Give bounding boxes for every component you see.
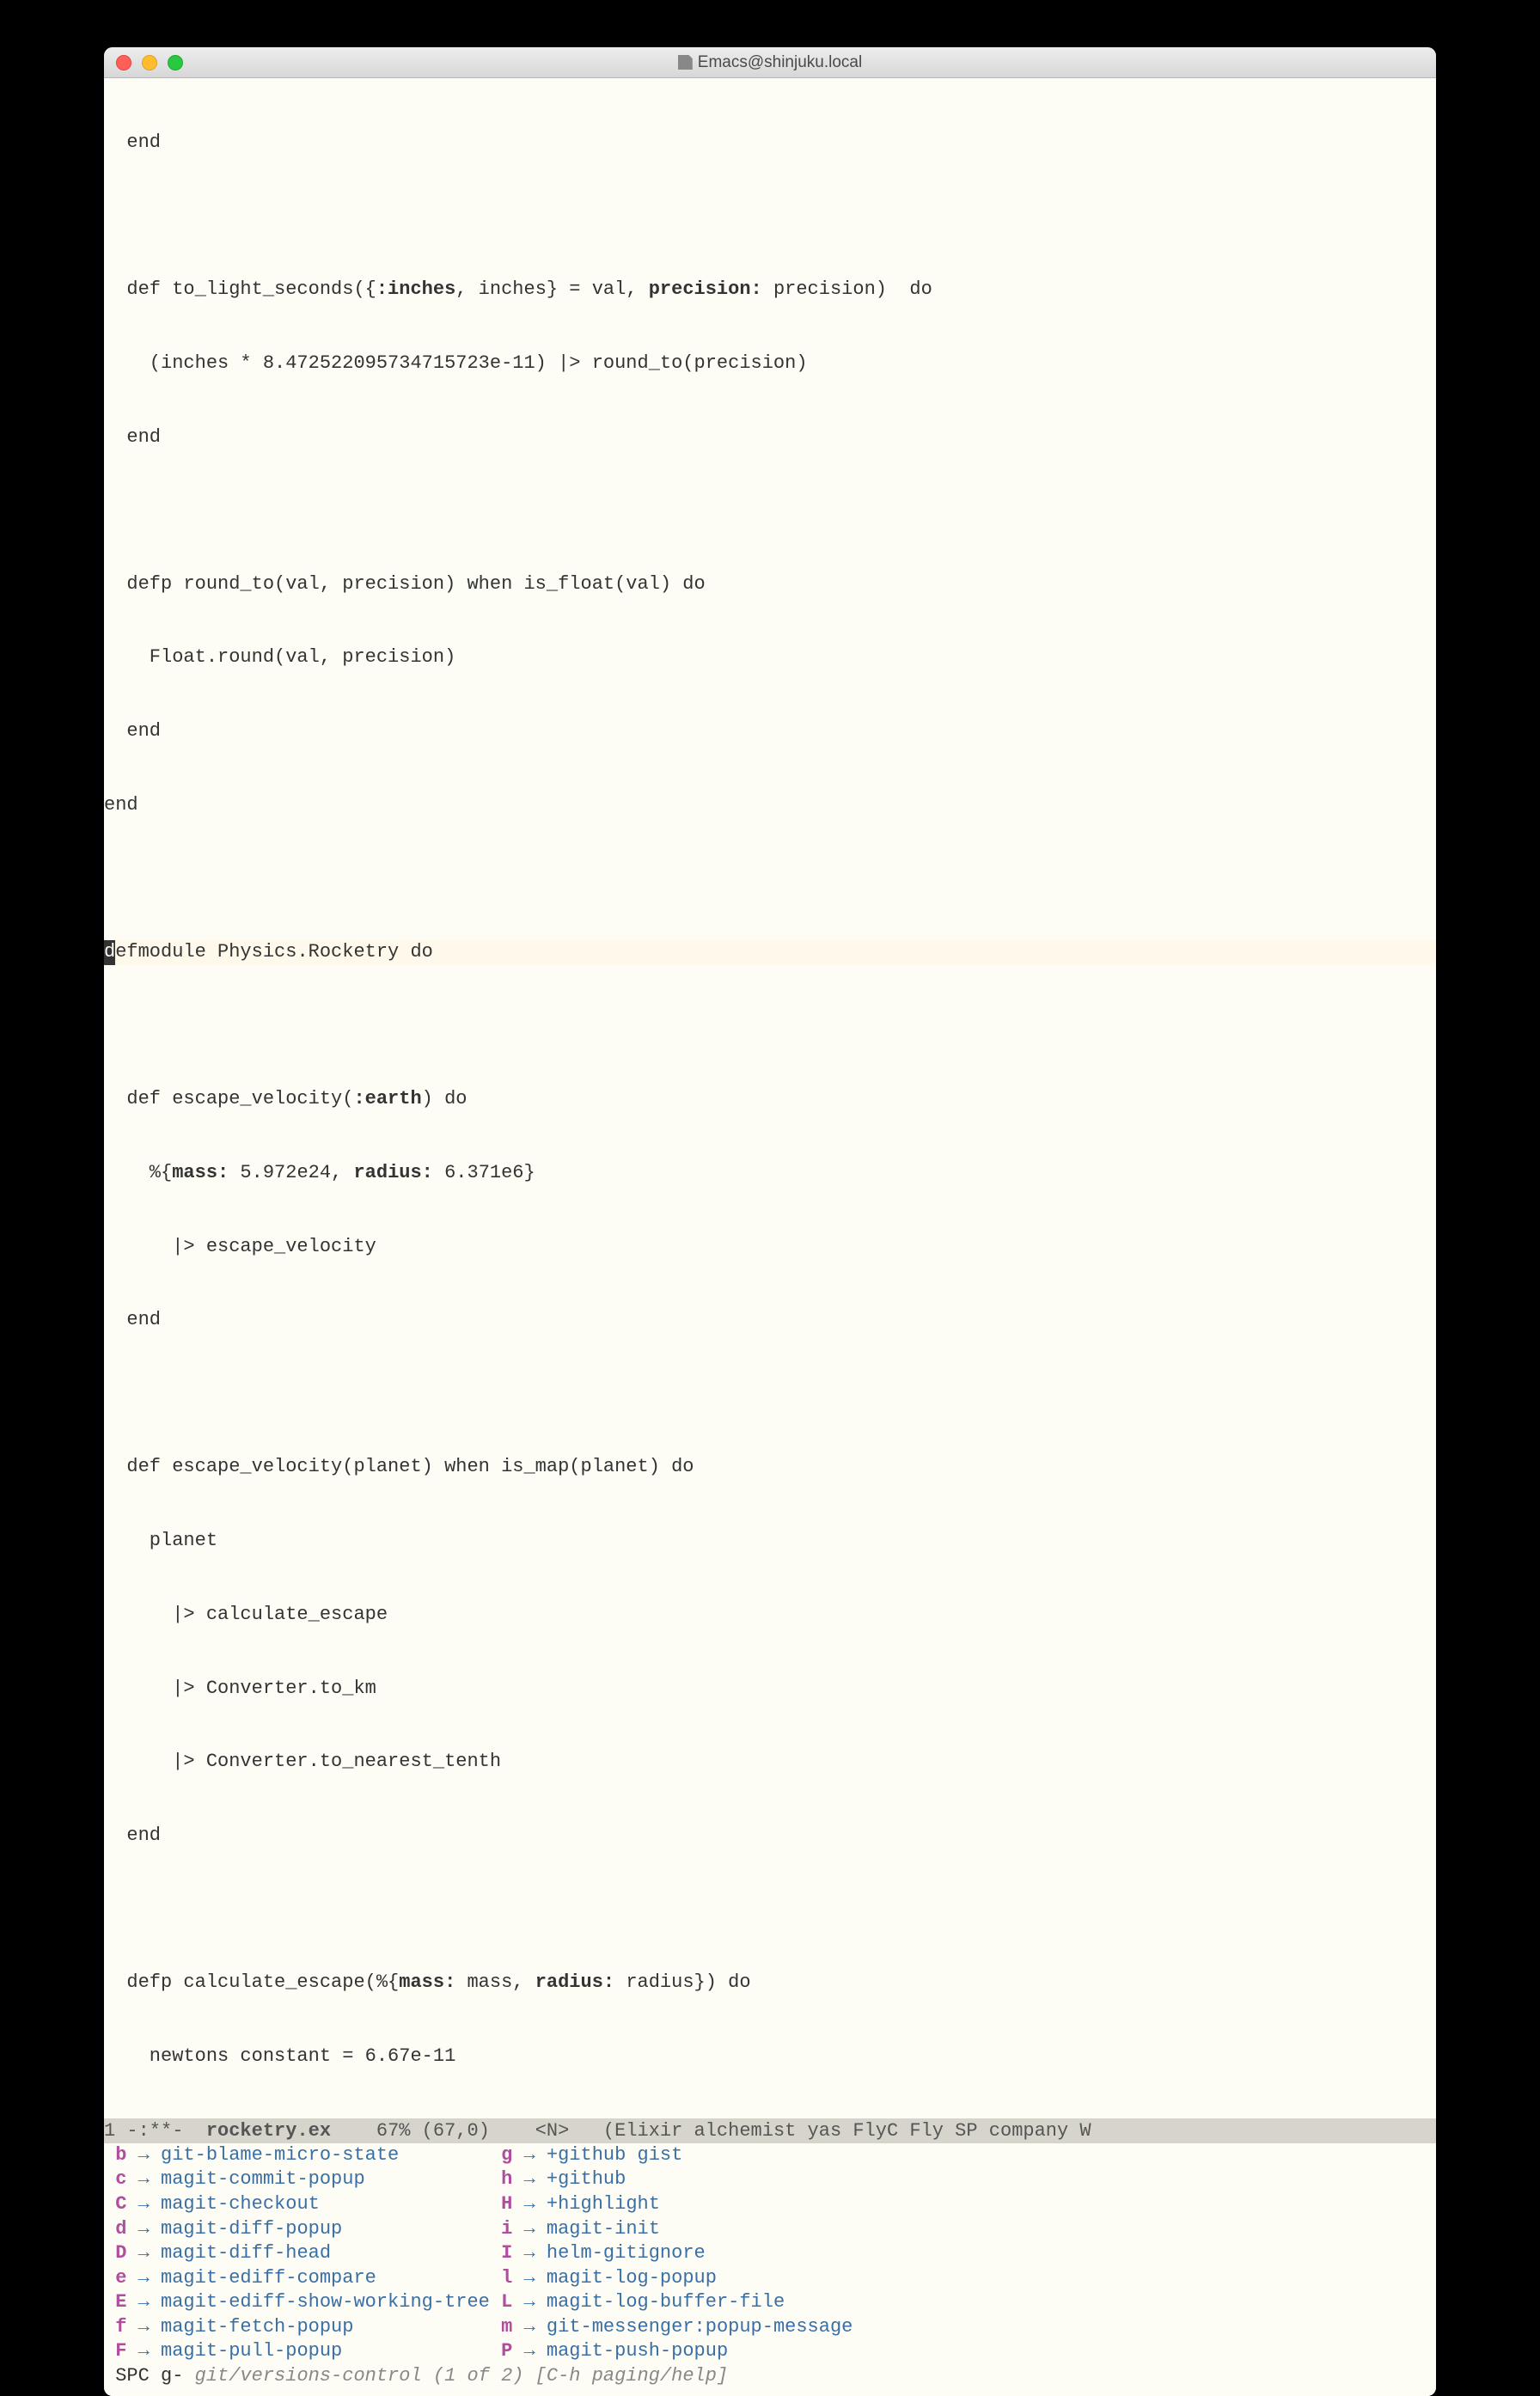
cursor: d [104,940,115,965]
zoom-icon[interactable] [168,55,183,70]
buffer-name: rocketry.ex [206,2120,331,2142]
which-key-row[interactable]: d → magit-diff-popup i → magit-init [104,2217,1436,2242]
code-line: |> Converter.to_nearest_tenth [104,1750,1436,1775]
minimize-icon[interactable] [142,55,157,70]
which-key-row[interactable]: f → magit-fetch-popup m → git-messenger:… [104,2315,1436,2340]
code-line: def to_light_seconds({:inches, inches} =… [104,278,1436,303]
traffic-lights [104,55,183,70]
code-line: end [104,793,1436,818]
which-key-row[interactable]: e → magit-ediff-compare l → magit-log-po… [104,2266,1436,2291]
code-line: def escape_velocity(planet) when is_map(… [104,1455,1436,1480]
editor-pane[interactable]: end def to_light_seconds({:inches, inche… [104,78,1436,2118]
which-key-row[interactable]: D → magit-diff-head I → helm-gitignore [104,2241,1436,2266]
document-icon [678,55,693,70]
code-line [104,1382,1436,1406]
code-line [104,1898,1436,1922]
minibuffer: SPC g- git/versions-control (1 of 2) [C-… [104,2364,1436,2394]
which-key-row[interactable]: F → magit-pull-popup P → magit-push-popu… [104,2339,1436,2364]
code-line: newtons constant = 6.67e-11 [104,2045,1436,2069]
which-key-row[interactable]: C → magit-checkout H → +highlight [104,2192,1436,2217]
code-line: |> calculate_escape [104,1603,1436,1628]
code-line: %{mass: 5.972e24, radius: 6.371e6} [104,1161,1436,1186]
code-line: end [104,131,1436,156]
code-line: (inches * 8.472522095734715723e-11) |> r… [104,351,1436,376]
code-line: end [104,719,1436,744]
code-line [104,1014,1436,1038]
close-icon[interactable] [116,55,131,70]
window-title: Emacs@shinjuku.local [104,53,1436,72]
which-key-row[interactable]: c → magit-commit-popup h → +github [104,2167,1436,2192]
which-key-popup: b → git-blame-micro-state g → +github gi… [104,2143,1436,2396]
modeline: 1 -:**- rocketry.ex 67% (67,0) <N> (Elix… [104,2118,1436,2143]
titlebar[interactable]: Emacs@shinjuku.local [104,47,1436,78]
which-key-row[interactable]: E → magit-ediff-show-working-tree L → ma… [104,2290,1436,2315]
code-line: defp round_to(val, precision) when is_fl… [104,572,1436,597]
code-line: end [104,425,1436,450]
code-line: Float.round(val, precision) [104,645,1436,670]
code-line: def escape_velocity(:earth) do [104,1087,1436,1112]
code-line: planet [104,1529,1436,1554]
which-key-row[interactable]: b → git-blame-micro-state g → +github gi… [104,2143,1436,2168]
window-title-text: Emacs@shinjuku.local [698,53,862,72]
code-line: defp calculate_escape(%{mass: mass, radi… [104,1971,1436,1996]
code-line: |> Converter.to_km [104,1677,1436,1702]
code-line: end [104,1824,1436,1849]
current-line: defmodule Physics.Rocketry do [104,940,1436,965]
code-line [104,499,1436,523]
code-line: end [104,1308,1436,1333]
code-line [104,867,1436,891]
code-line [104,205,1436,229]
emacs-window: Emacs@shinjuku.local end def to_light_se… [104,47,1436,2396]
code-line: |> escape_velocity [104,1235,1436,1260]
